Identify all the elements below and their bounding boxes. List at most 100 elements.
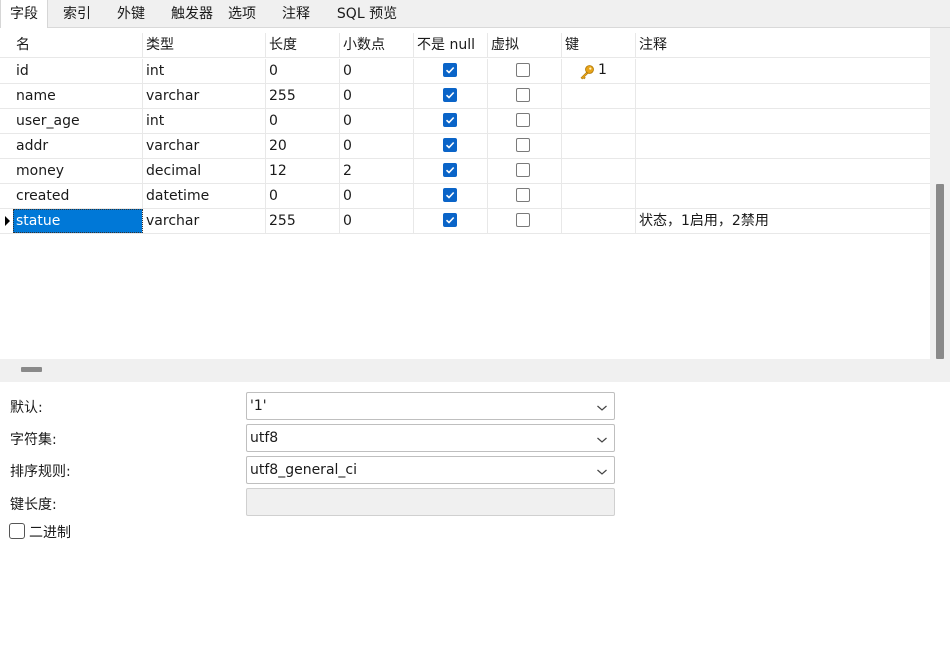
header-not-null[interactable]: 不是 null [414,33,488,57]
not-null-cell [414,109,488,133]
grid-vertical-scrollbar[interactable] [930,28,950,359]
key-length-label: 键长度: [10,497,57,513]
field-length-cell[interactable]: 0 [266,59,340,83]
tab-fields[interactable]: 字段 [0,0,48,28]
table-row[interactable]: user_age int 0 0 [0,109,930,134]
table-row[interactable]: created datetime 0 0 [0,184,930,209]
not-null-checkbox[interactable] [443,138,457,152]
field-comment-cell[interactable] [636,84,930,108]
virtual-cell [488,184,562,208]
key-cell[interactable] [562,84,636,108]
field-decimals-cell[interactable]: 2 [340,159,414,183]
field-decimals-cell[interactable]: 0 [340,134,414,158]
charset-value: utf8 [250,430,279,446]
field-comment-cell[interactable]: 状态，1启用，2禁用 [636,209,930,233]
field-name-cell[interactable]: addr [13,134,143,158]
chevron-down-icon[interactable] [596,401,608,417]
key-cell[interactable] [562,134,636,158]
key-cell[interactable]: 1 [562,59,636,83]
field-name-cell[interactable]: user_age [13,109,143,133]
not-null-checkbox[interactable] [443,113,457,127]
field-name-cell[interactable]: created [13,184,143,208]
header-decimals[interactable]: 小数点 [340,33,414,57]
panel-splitter[interactable] [0,359,950,382]
header-name[interactable]: 名 [13,33,143,57]
binary-label[interactable]: 二进制 [29,522,71,542]
not-null-checkbox[interactable] [443,188,457,202]
key-cell[interactable] [562,209,636,233]
field-type-cell[interactable]: varchar [143,209,266,233]
virtual-checkbox[interactable] [516,188,530,202]
table-row[interactable]: addr varchar 20 0 [0,134,930,159]
not-null-checkbox[interactable] [443,88,457,102]
field-decimals-cell[interactable]: 0 [340,84,414,108]
header-length[interactable]: 长度 [266,33,340,57]
not-null-checkbox[interactable] [443,163,457,177]
default-value: '1' [250,398,267,414]
field-type-cell[interactable]: int [143,59,266,83]
charset-combo[interactable]: utf8 [246,424,615,452]
header-key[interactable]: 键 [562,33,636,57]
virtual-checkbox[interactable] [516,88,530,102]
field-type-cell[interactable]: int [143,109,266,133]
tab-triggers[interactable]: 触发器 [164,0,220,27]
field-type-cell[interactable]: decimal [143,159,266,183]
field-name-cell[interactable]: statue [13,209,143,233]
field-decimals-cell[interactable]: 0 [340,109,414,133]
collation-value: utf8_general_ci [250,462,357,478]
not-null-checkbox[interactable] [443,63,457,77]
field-type-cell[interactable]: varchar [143,84,266,108]
field-comment-cell[interactable] [636,159,930,183]
table-row[interactable]: id int 0 0 1 [0,59,930,84]
table-row-selected[interactable]: statue varchar 255 0 状态，1启用，2禁用 [0,209,930,234]
header-virtual[interactable]: 虚拟 [488,33,562,57]
key-cell[interactable] [562,184,636,208]
binary-checkbox[interactable] [9,523,25,539]
key-cell[interactable] [562,109,636,133]
key-cell[interactable] [562,159,636,183]
splitter-grip-icon[interactable] [21,367,42,372]
virtual-checkbox[interactable] [516,113,530,127]
field-name-cell[interactable]: id [13,59,143,83]
field-name-cell[interactable]: name [13,84,143,108]
not-null-checkbox[interactable] [443,213,457,227]
field-type-cell[interactable]: varchar [143,134,266,158]
table-row[interactable]: money decimal 12 2 [0,159,930,184]
not-null-cell [414,59,488,83]
field-decimals-cell[interactable]: 0 [340,209,414,233]
field-length-cell[interactable]: 12 [266,159,340,183]
table-row[interactable]: name varchar 255 0 [0,84,930,109]
tab-options[interactable]: 选项 [221,0,263,27]
chevron-down-icon[interactable] [596,465,608,481]
virtual-checkbox[interactable] [516,213,530,227]
tab-indexes[interactable]: 索引 [53,0,101,27]
field-comment-cell[interactable] [636,184,930,208]
virtual-checkbox[interactable] [516,63,530,77]
tab-sql-preview[interactable]: SQL 预览 [329,0,405,27]
tab-comments[interactable]: 注释 [274,0,318,27]
scrollbar-thumb[interactable] [936,184,944,359]
header-type[interactable]: 类型 [143,33,266,57]
key-length-field[interactable] [246,488,615,516]
not-null-cell [414,184,488,208]
field-comment-cell[interactable] [636,109,930,133]
field-length-cell[interactable]: 20 [266,134,340,158]
field-decimals-cell[interactable]: 0 [340,184,414,208]
virtual-checkbox[interactable] [516,138,530,152]
field-type-cell[interactable]: datetime [143,184,266,208]
field-comment-cell[interactable] [636,59,930,83]
field-length-cell[interactable]: 0 [266,184,340,208]
field-name-cell[interactable]: money [13,159,143,183]
collation-label: 排序规则: [10,464,71,480]
field-decimals-cell[interactable]: 0 [340,59,414,83]
virtual-checkbox[interactable] [516,163,530,177]
field-comment-cell[interactable] [636,134,930,158]
header-comment[interactable]: 注释 [636,33,930,57]
tab-foreign-keys[interactable]: 外键 [107,0,155,27]
field-length-cell[interactable]: 0 [266,109,340,133]
field-length-cell[interactable]: 255 [266,209,340,233]
chevron-down-icon[interactable] [596,433,608,449]
field-length-cell[interactable]: 255 [266,84,340,108]
default-value-combo[interactable]: '1' [246,392,615,420]
collation-combo[interactable]: utf8_general_ci [246,456,615,484]
